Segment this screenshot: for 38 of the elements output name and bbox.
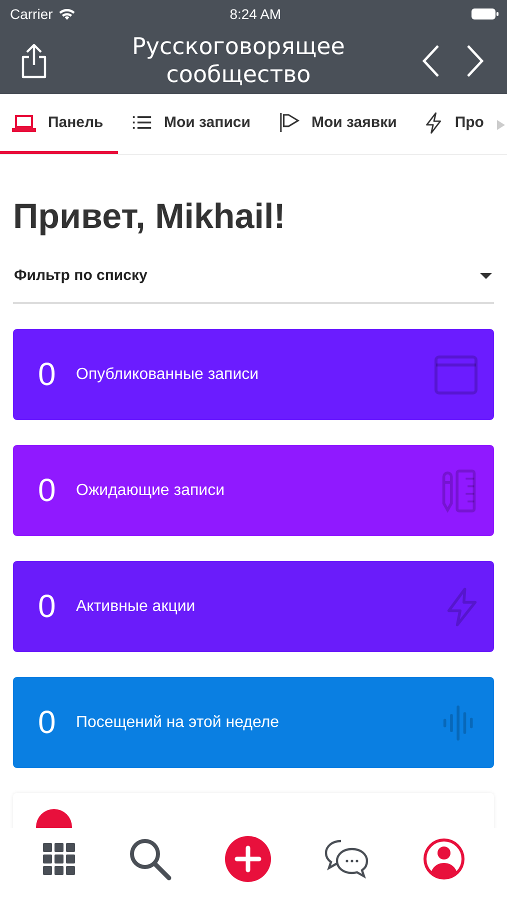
profile-icon[interactable] — [422, 838, 464, 880]
tab[interactable]: Мои записи — [118, 94, 264, 154]
tab[interactable]: Про — [410, 94, 498, 154]
list-icon — [132, 115, 152, 130]
browser-window-icon — [434, 354, 478, 394]
dropdown-caret-icon — [480, 272, 492, 278]
tab[interactable]: Панель — [0, 94, 118, 154]
filter-dropdown[interactable]: Фильтр по списку — [13, 267, 494, 304]
battery-icon — [471, 8, 499, 20]
pencil-ruler-icon — [440, 468, 478, 512]
stat-count: 0 — [38, 704, 57, 741]
tab[interactable]: Мои заявки — [264, 94, 411, 154]
stat-count: 0 — [38, 588, 57, 625]
stat-count: 0 — [38, 356, 57, 393]
stat-card[interactable]: 0 Активные акции — [13, 561, 494, 652]
chat-bubbles-icon[interactable] — [324, 839, 370, 879]
apps-grid-icon[interactable] — [42, 843, 74, 875]
stat-card[interactable]: 0 Опубликованные записи — [13, 329, 494, 420]
stat-label: Опубликованные записи — [76, 366, 260, 384]
stat-label: Ожидающие записи — [76, 482, 226, 500]
laptop-icon — [12, 112, 36, 132]
lightning-icon — [446, 586, 478, 626]
stat-count: 0 — [38, 472, 57, 509]
lightning-icon — [424, 112, 443, 134]
wifi-icon — [58, 8, 76, 20]
stat-label: Активные акции — [76, 598, 196, 616]
nav-title: Русскоговорящее сообщество — [131, 33, 346, 89]
carrier-name: Carrier — [10, 6, 53, 22]
scroll-arrow-icon — [497, 120, 505, 130]
status-time: 8:24 AM — [230, 6, 282, 22]
flag-icon — [278, 112, 300, 133]
stat-card[interactable]: 0 Посещений на этой неделе — [13, 677, 494, 768]
greeting-heading: Привет, Mikhail! — [13, 197, 286, 237]
add-icon[interactable] — [224, 836, 270, 882]
share-icon[interactable] — [20, 43, 48, 79]
stat-label: Посещений на этой неделе — [76, 714, 280, 732]
search-icon[interactable] — [128, 837, 172, 881]
stat-card[interactable]: 0 Ожидающие записи — [13, 445, 494, 536]
